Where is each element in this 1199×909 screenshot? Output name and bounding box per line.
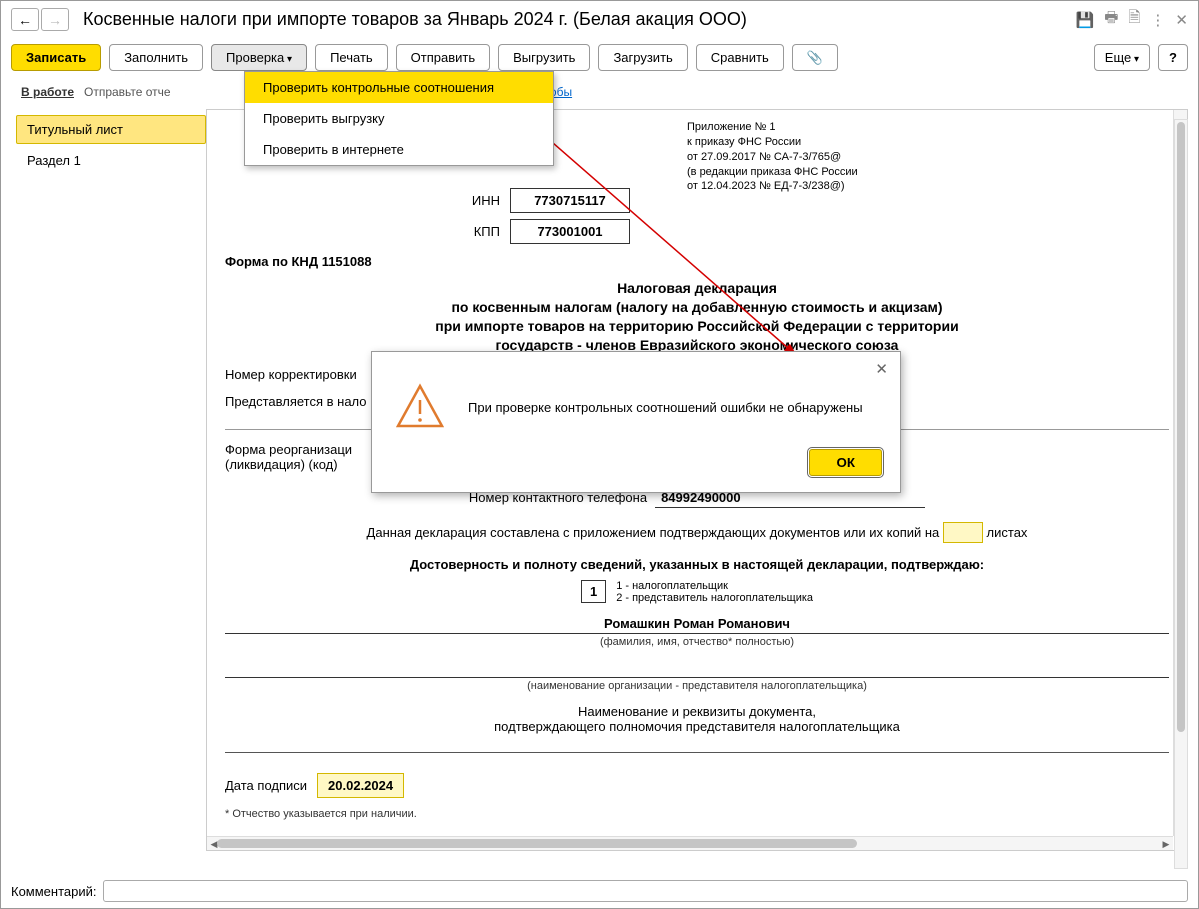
nav-back-button[interactable]: ← — [11, 8, 39, 31]
org-field[interactable] — [225, 658, 1169, 678]
person-field[interactable]: Ромашкин Роман Романович — [225, 614, 1169, 634]
footnote: * Отчество указывается при наличии. — [225, 808, 1169, 820]
doc-scrollbar-horizontal[interactable]: ◀ ▶ — [207, 836, 1173, 850]
more-button[interactable]: Еще — [1094, 44, 1150, 71]
docname-l2: подтверждающего полномочия представителя… — [225, 719, 1169, 734]
decl-text-1: Данная декларация составлена с приложени… — [367, 525, 940, 540]
dialog-close-icon[interactable]: ✕ — [875, 360, 888, 378]
main-scrollbar-vertical[interactable] — [1174, 119, 1188, 869]
conf-opt2: 2 - представитель налогоплательщика — [616, 592, 813, 604]
preview-icon[interactable]: 🗎 — [1128, 7, 1140, 32]
corr-label: Номер корректировки — [225, 367, 357, 382]
print-icon[interactable]: 🖶 — [1104, 7, 1118, 32]
reorg-label-l1: Форма реорганизаци — [225, 442, 352, 457]
print-button[interactable]: Печать — [315, 44, 388, 71]
tab-section-1[interactable]: Раздел 1 — [16, 146, 206, 175]
form-code: Форма по КНД 1151088 — [225, 254, 1169, 269]
save-icon[interactable]: 💾 — [1076, 11, 1095, 29]
dialog-ok-button[interactable]: ОК — [809, 449, 882, 476]
conf-title: Достоверность и полноту сведений, указан… — [225, 557, 1169, 572]
comment-label: Комментарий: — [11, 884, 97, 899]
conf-value-field[interactable]: 1 — [581, 580, 606, 603]
status-link[interactable]: В работе — [21, 85, 74, 99]
fill-button[interactable]: Заполнить — [109, 44, 203, 71]
dialog-message: При проверке контрольных соотношений оши… — [468, 400, 863, 415]
person-sub: (фамилия, имя, отчество* полностью) — [225, 636, 1169, 648]
export-button[interactable]: Выгрузить — [498, 44, 590, 71]
status-text: Отправьте отче — [84, 85, 171, 99]
warning-icon — [396, 382, 444, 433]
inn-label: ИНН — [445, 193, 500, 208]
import-button[interactable]: Загрузить — [598, 44, 687, 71]
doc-title-l3: при импорте товаров на территорию Россий… — [225, 317, 1169, 336]
write-button[interactable]: Записать — [11, 44, 101, 71]
close-icon[interactable]: ✕ — [1175, 11, 1188, 29]
dropdown-check-ratios[interactable]: Проверить контрольные соотношения — [245, 72, 553, 103]
doc-title-l1: Налоговая декларация — [225, 279, 1169, 298]
inn-field[interactable]: 7730715117 — [510, 188, 630, 213]
appendix-info: Приложение № 1 к приказу ФНС России от 2… — [687, 120, 858, 194]
help-button[interactable]: ? — [1158, 44, 1188, 71]
comment-input[interactable] — [103, 880, 1189, 902]
doc-title-l2: по косвенным налогам (налогу на добавлен… — [225, 298, 1169, 317]
sig-label: Дата подписи — [225, 778, 307, 793]
attach-button[interactable]: 📎 — [792, 44, 838, 71]
decl-text-2: листах — [987, 525, 1028, 540]
reorg-label-l2: (ликвидация) (код) — [225, 457, 352, 472]
dropdown-check-export[interactable]: Проверить выгрузку — [245, 103, 553, 134]
nav-forward-button[interactable]: → — [41, 8, 69, 31]
check-dropdown: Проверить контрольные соотношения Провер… — [244, 71, 554, 166]
check-button[interactable]: Проверка — [211, 44, 307, 71]
compare-button[interactable]: Сравнить — [696, 44, 784, 71]
dropdown-check-internet[interactable]: Проверить в интернете — [245, 134, 553, 165]
docname-l1: Наименование и реквизиты документа, — [225, 704, 1169, 719]
org-sub: (наименование организации - представител… — [225, 680, 1169, 692]
conf-opt1: 1 - налогоплательщик — [616, 580, 813, 592]
send-button[interactable]: Отправить — [396, 44, 490, 71]
submit-label: Представляется в нало — [225, 394, 367, 409]
sig-date-field[interactable]: 20.02.2024 — [317, 773, 404, 798]
pages-field[interactable] — [943, 522, 983, 543]
kebab-icon[interactable]: ⋮ — [1150, 11, 1165, 29]
kpp-label: КПП — [445, 224, 500, 239]
kpp-field[interactable]: 773001001 — [510, 219, 630, 244]
result-dialog: ✕ При проверке контрольных соотношений о… — [371, 351, 901, 493]
window-title: Косвенные налоги при импорте товаров за … — [83, 9, 1076, 30]
tab-title-page[interactable]: Титульный лист — [16, 115, 206, 144]
